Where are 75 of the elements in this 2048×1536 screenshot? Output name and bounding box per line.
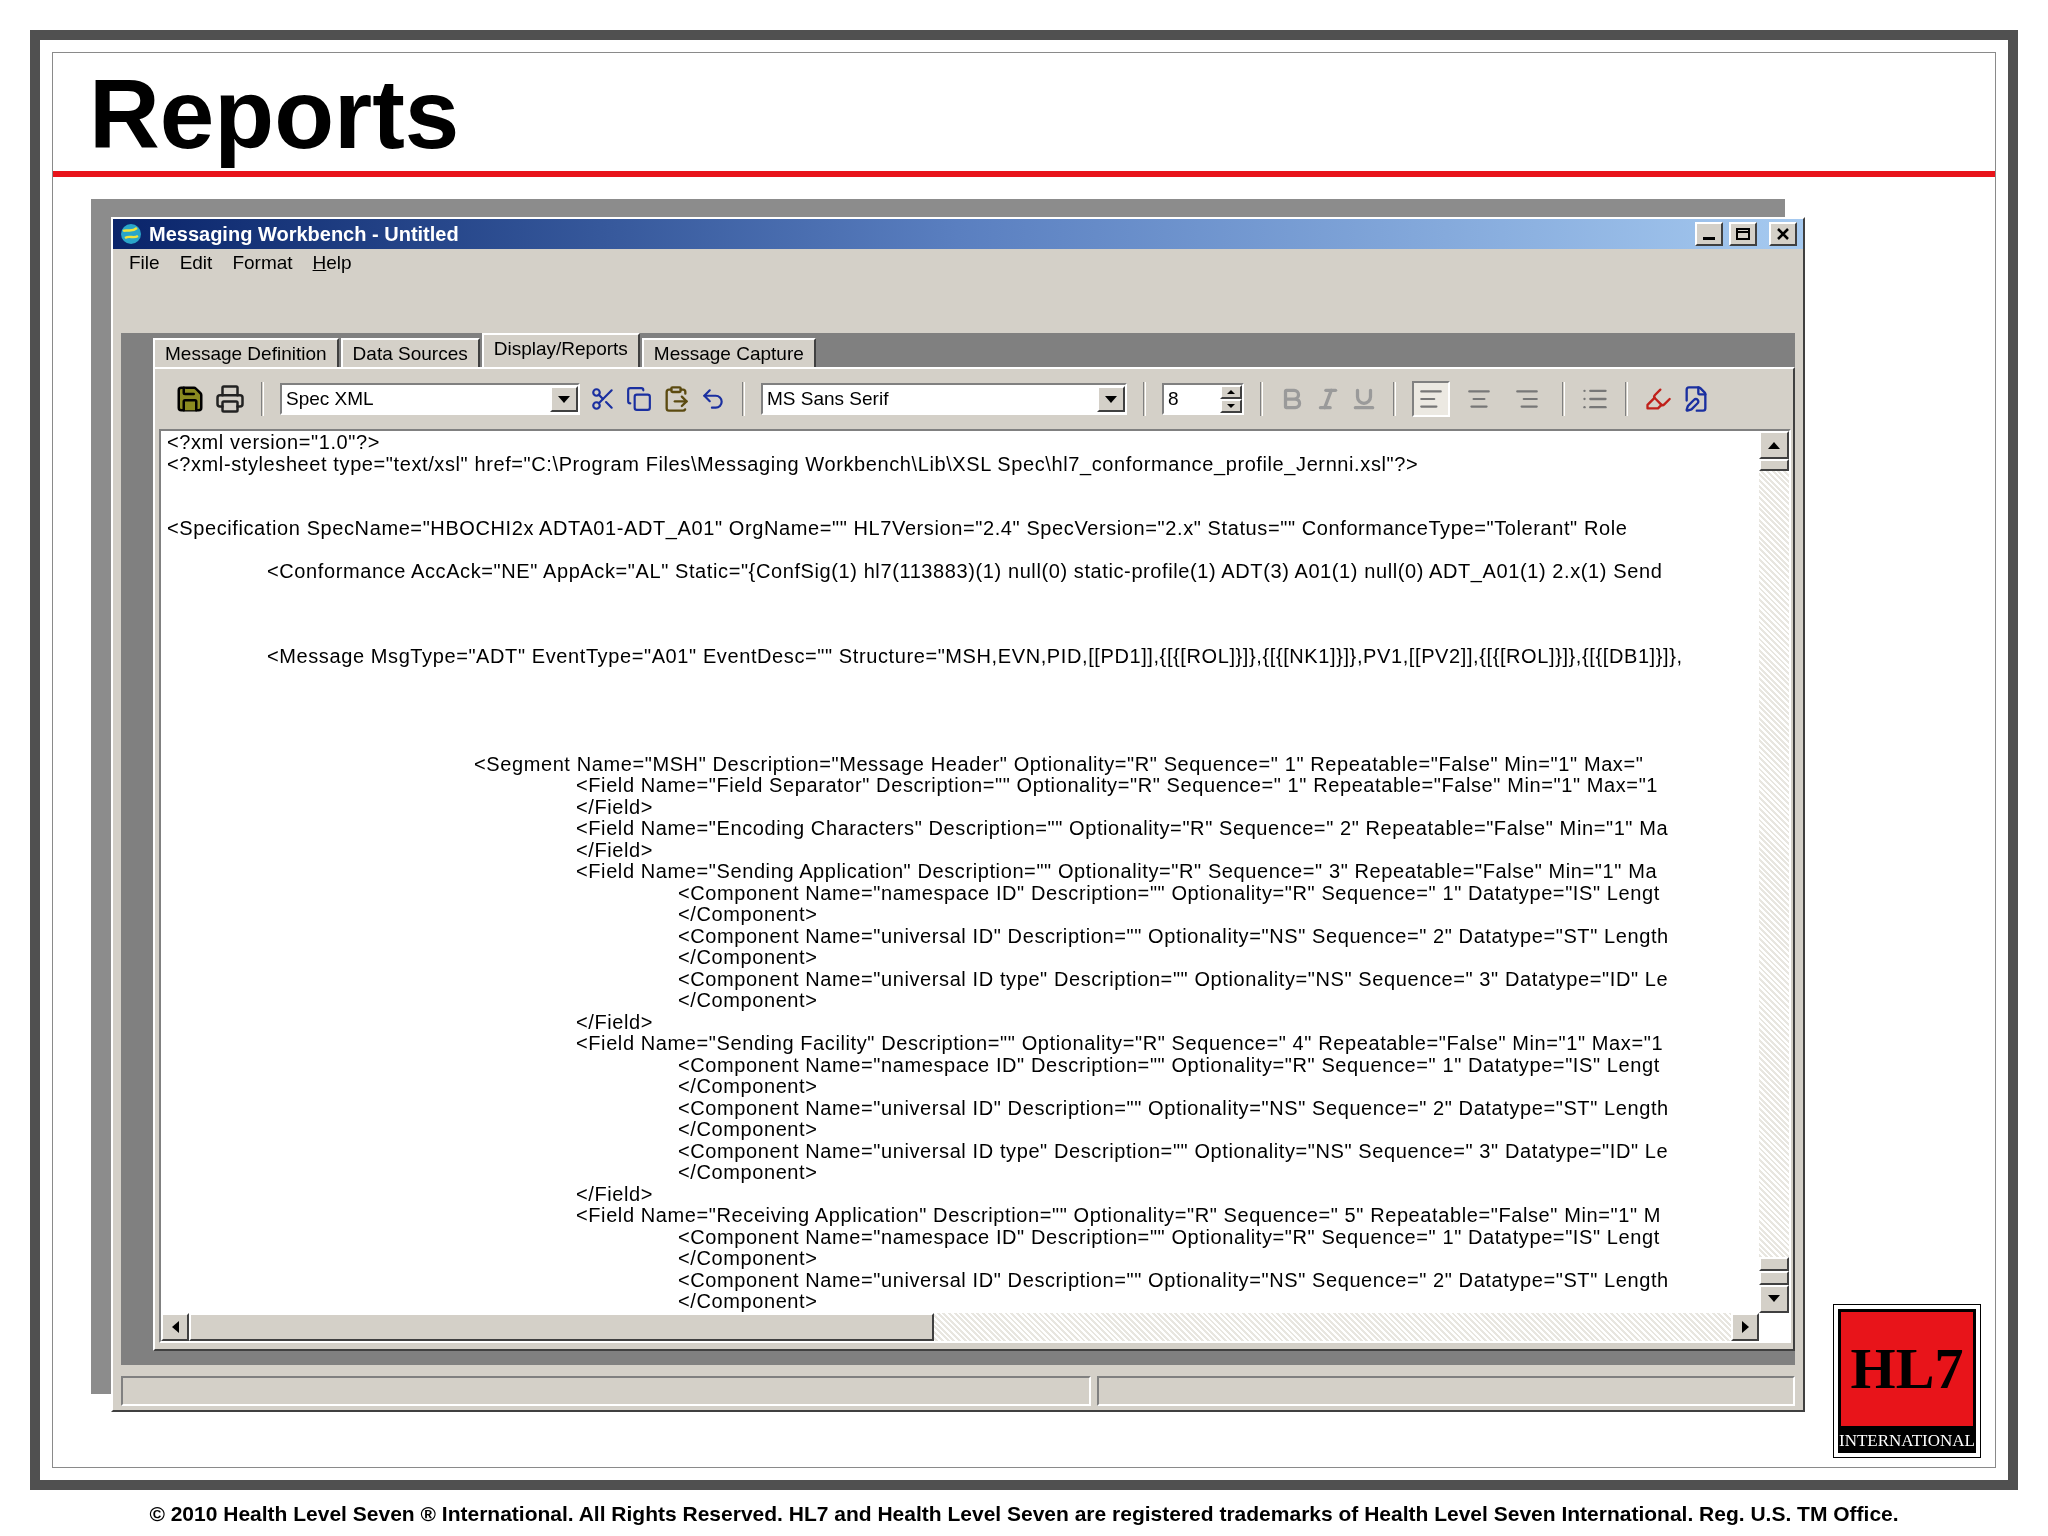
code-line: </Field>: [576, 1182, 654, 1205]
globe-icon: [119, 223, 143, 245]
code-line: <Field Name="Sending Facility" Description="" Optionality="R" Sequence=" 4" Repeatable="False" Min="1" Max="1: [576, 1032, 1664, 1055]
maximize-button[interactable]: [1729, 222, 1757, 246]
code-line: <Segment Name="MSH" Description="Message Header" Optionality="R" Sequence=" 1" Repeatable="False" Min="1" Max=": [474, 752, 1644, 775]
code-line: <Field Name="Sending Application" Description="" Optionality="R" Sequence=" 3" Repeatable="False" Min="1" Ma: [576, 860, 1658, 883]
report-select[interactable]: Spec XML: [280, 383, 580, 416]
caret-icon: [558, 395, 570, 403]
close-icon: [1776, 228, 1790, 240]
menu-item[interactable]: Format: [224, 249, 301, 278]
left-arrow-icon[interactable]: [171, 1320, 179, 1333]
tab[interactable]: Message Definition: [153, 338, 339, 368]
code-line: <?xml-stylesheet type="text/xsl" href="C:\Program Files\Messaging Workbench\Lib\XSL Spec\hl7_conformance_profile_Jernni.xsl"?>: [167, 452, 1419, 475]
code-line: </Field>: [576, 795, 654, 818]
code-line: <Component Name="namespace ID" Description="" Optionality="R" Sequence=" 1" Datatype="IS" Lengt: [678, 881, 1660, 904]
align-button[interactable]: [1412, 381, 1450, 418]
code-line: </Field>: [576, 1010, 654, 1033]
code-line: <Component Name="universal ID type" Description="" Optionality="NS" Sequence=" 3" Datatype="ID" Le: [678, 1139, 1669, 1162]
font-size-field[interactable]: 8: [1162, 383, 1244, 416]
menu-item[interactable]: File: [121, 249, 168, 278]
code-line: <Component Name="universal ID type" Description="" Optionality="NS" Sequence=" 3" Datatype="ID" Le: [678, 967, 1669, 990]
scrollbar-thumb[interactable]: [189, 1312, 934, 1341]
down-arrow-icon: [1227, 404, 1235, 409]
menu-item[interactable]: Help: [304, 249, 360, 278]
scissors-icon[interactable]: [590, 386, 616, 413]
code-line: <Conformance AccAck="NE" AppAck="AL" Static="{ConfSig(1) hl7(113883)(1) null(0) static-profile(1) ADT(3) A01(1) null(0) ADT_A01(1) 2.x(1) Send: [267, 559, 1663, 582]
code-line: <Specification SpecName="HBOCHI2x ADTA01-ADT_A01" OrgName="" HL7Version="2.4" SpecVersion="2.x" Status="" ConformanceType="Tolerant" Role: [167, 517, 1628, 540]
logo-caption: INTERNATIONAL: [1838, 1429, 1976, 1453]
save-icon[interactable]: [175, 384, 205, 415]
dropdown-button[interactable]: [1097, 386, 1125, 413]
up-arrow-icon[interactable]: [1768, 441, 1780, 449]
footer-text: © 2010 Health Level Seven ® International. All Rights Reserved. HL7 and Health Level Seven are registered trademarks of Health Level Seven International. Reg. U.S. TM Office.: [148, 1501, 1900, 1527]
menu-item[interactable]: Edit: [171, 249, 221, 278]
down-arrow-icon[interactable]: [1768, 1295, 1780, 1303]
scroll-step-button[interactable]: [1759, 1256, 1789, 1271]
code-line: <Field Name="Encoding Characters" Description="" Optionality="R" Sequence=" 2" Repeatable="False" Min="1" Ma: [576, 817, 1669, 840]
code-line: </Component>: [678, 946, 818, 969]
code-line: <Component Name="universal ID" Description="" Optionality="NS" Sequence=" 2" Datatype="ST" Length: [678, 924, 1669, 947]
code-line: <Field Name="Receiving Application" Description="" Optionality="R" Sequence=" 5" Repeatable="False" Min="1" M: [576, 1204, 1662, 1227]
tab[interactable]: Data Sources: [340, 338, 480, 368]
code-line: </Component>: [678, 1075, 818, 1098]
code-line: <Component Name="universal ID" Description="" Optionality="NS" Sequence=" 2" Datatype="ST" Length: [678, 1268, 1669, 1291]
scrollbar-thumb[interactable]: [1759, 459, 1789, 472]
dropdown-button[interactable]: [550, 386, 578, 413]
code-line: </Component>: [678, 1290, 818, 1313]
caret-icon: [1105, 395, 1117, 403]
font-select[interactable]: MS Sans Serif: [761, 383, 1127, 416]
horizontal-scrollbar[interactable]: [161, 1312, 1759, 1341]
right-arrow-icon[interactable]: [1741, 1320, 1749, 1333]
code-line: <Component Name="namespace ID" Description="" Optionality="R" Sequence=" 1" Datatype="IS" Lengt: [678, 1225, 1660, 1248]
code-line: <Field Name="Field Separator" Description="" Optionality="R" Sequence=" 1" Repeatable="False" Min="1" Max="1: [576, 774, 1659, 797]
maximize-icon: [1736, 228, 1750, 240]
up-arrow-icon: [1227, 390, 1235, 395]
minimize-button[interactable]: [1695, 222, 1723, 246]
code-line: </Component>: [678, 1118, 818, 1141]
tab[interactable]: Display/Reports: [481, 333, 640, 368]
close-button[interactable]: [1769, 222, 1797, 246]
code-line: <Component Name="namespace ID" Description="" Optionality="R" Sequence=" 1" Datatype="IS" Lengt: [678, 1053, 1660, 1076]
code-line: </Component>: [678, 1247, 818, 1270]
copy-icon[interactable]: [626, 386, 652, 413]
window-title: Messaging Workbench - Untitled: [149, 222, 459, 247]
tab[interactable]: Message Capture: [641, 338, 816, 368]
code-line: <Component Name="universal ID" Description="" Optionality="NS" Sequence=" 2" Datatype="ST" Length: [678, 1096, 1669, 1119]
code-line: </Component>: [678, 1161, 818, 1184]
code-line: <?xml version="1.0"?>: [167, 431, 381, 454]
code-line: </Field>: [576, 838, 654, 861]
code-line: <Message MsgType="ADT" EventType="A01" EventDesc="" Structure="MSH,EVN,PID,[[PD1]],{[{[ROL]}]},{[{[NK1]}]},PV1,[[PV2]],{[{[ROL]}]},{[{[DB1]}]},: [267, 645, 1683, 668]
printer-icon[interactable]: [215, 384, 245, 415]
spinner[interactable]: [1220, 385, 1242, 414]
logo-mark: HL7: [1850, 1340, 1964, 1398]
code-line: </Component>: [678, 989, 818, 1012]
vertical-scrollbar[interactable]: [1759, 431, 1789, 1313]
slide-title: Reports: [89, 59, 460, 169]
code-line: </Component>: [678, 903, 818, 926]
minimize-icon: [1703, 237, 1715, 240]
